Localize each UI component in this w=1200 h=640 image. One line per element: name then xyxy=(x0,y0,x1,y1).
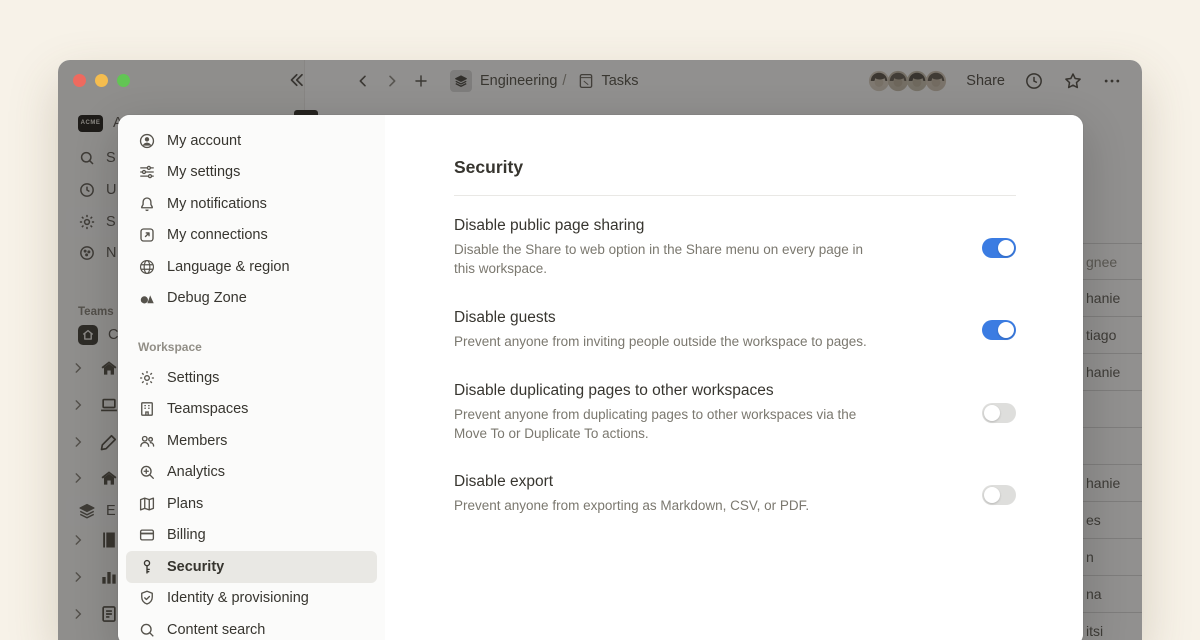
settings-nav-language-region[interactable]: Language & region xyxy=(126,251,377,283)
setting-title: Disable public page sharing xyxy=(454,217,942,235)
key-icon xyxy=(138,558,156,576)
bell-icon xyxy=(138,195,156,213)
settings-nav-analytics[interactable]: Analytics xyxy=(126,457,377,489)
person-circle-icon xyxy=(138,132,156,150)
settings-nav-security[interactable]: Security xyxy=(126,551,377,583)
setting-text: Disable public page sharing Disable the … xyxy=(454,217,942,279)
toggle-disable-public-page-sharing[interactable] xyxy=(982,238,1016,258)
toggle-disable-export[interactable] xyxy=(982,485,1016,505)
toggle-knob xyxy=(998,240,1014,256)
setting-title: Disable duplicating pages to other works… xyxy=(454,382,942,400)
zoom-window-button[interactable] xyxy=(117,74,130,87)
arrow-up-right-square-icon xyxy=(138,226,156,244)
setting-disable-export: Disable export Prevent anyone from expor… xyxy=(454,473,1016,516)
setting-disable-public-page-sharing: Disable public page sharing Disable the … xyxy=(454,217,1016,279)
settings-nav-settings[interactable]: Settings xyxy=(126,362,377,394)
settings-nav-debug-zone[interactable]: Debug Zone xyxy=(126,283,377,315)
settings-nav-label: Debug Zone xyxy=(167,290,247,306)
minimize-window-button[interactable] xyxy=(95,74,108,87)
settings-nav-my-connections[interactable]: My connections xyxy=(126,220,377,252)
settings-nav-plans[interactable]: Plans xyxy=(126,488,377,520)
settings-nav-billing[interactable]: Billing xyxy=(126,520,377,552)
settings-nav-label: Settings xyxy=(167,370,219,386)
globe-icon xyxy=(138,258,156,276)
setting-text: Disable guests Prevent anyone from invit… xyxy=(454,309,942,352)
settings-modal: My account My settings My notifications … xyxy=(118,115,1083,640)
setting-description: Disable the Share to web option in the S… xyxy=(454,241,886,279)
toggle-knob xyxy=(984,405,1000,421)
settings-nav-content-search[interactable]: Content search xyxy=(126,614,377,640)
settings-nav-label: My settings xyxy=(167,164,240,180)
settings-nav-label: Analytics xyxy=(167,464,225,480)
settings-content: Security Disable public page sharing Dis… xyxy=(385,115,1083,640)
debug-zone-icon xyxy=(138,289,156,307)
window-controls xyxy=(73,74,130,87)
setting-description: Prevent anyone from inviting people outs… xyxy=(454,333,886,352)
settings-nav-label: My connections xyxy=(167,227,268,243)
settings-nav-my-notifications[interactable]: My notifications xyxy=(126,188,377,220)
page-title: Security xyxy=(454,157,1016,178)
setting-disable-duplicating-pages: Disable duplicating pages to other works… xyxy=(454,382,1016,444)
sliders-icon xyxy=(138,163,156,181)
settings-nav-label: My account xyxy=(167,133,241,149)
members-icon xyxy=(138,432,156,450)
settings-sidebar: My account My settings My notifications … xyxy=(118,115,385,640)
toggle-disable-duplicating-pages[interactable] xyxy=(982,403,1016,423)
toggle-disable-guests[interactable] xyxy=(982,320,1016,340)
settings-nav-label: Members xyxy=(167,433,227,449)
setting-description: Prevent anyone from exporting as Markdow… xyxy=(454,497,886,516)
shield-check-icon xyxy=(138,589,156,607)
settings-nav-label: Teamspaces xyxy=(167,401,248,417)
divider xyxy=(454,195,1016,196)
settings-nav-label: My notifications xyxy=(167,196,267,212)
settings-nav-label: Plans xyxy=(167,496,203,512)
setting-description: Prevent anyone from duplicating pages to… xyxy=(454,406,886,444)
setting-disable-guests: Disable guests Prevent anyone from invit… xyxy=(454,309,1016,352)
settings-nav-label: Language & region xyxy=(167,259,290,275)
toggle-knob xyxy=(984,487,1000,503)
settings-nav-label: Security xyxy=(167,559,224,575)
toggle-knob xyxy=(998,322,1014,338)
app-window: ACME A S U S N Teams xyxy=(58,60,1142,640)
settings-nav-label: Billing xyxy=(167,527,206,543)
setting-text: Disable duplicating pages to other works… xyxy=(454,382,942,444)
zoom-plus-icon xyxy=(138,463,156,481)
building-icon xyxy=(138,400,156,418)
close-window-button[interactable] xyxy=(73,74,86,87)
credit-card-icon xyxy=(138,526,156,544)
map-icon xyxy=(138,495,156,513)
settings-nav-label: Identity & provisioning xyxy=(167,590,309,606)
settings-nav-members[interactable]: Members xyxy=(126,425,377,457)
settings-nav-my-settings[interactable]: My settings xyxy=(126,157,377,189)
settings-nav-identity-provisioning[interactable]: Identity & provisioning xyxy=(126,583,377,615)
settings-nav-teamspaces[interactable]: Teamspaces xyxy=(126,394,377,426)
settings-section-workspace: Workspace xyxy=(138,340,365,358)
settings-nav-my-account[interactable]: My account xyxy=(126,125,377,157)
setting-title: Disable export xyxy=(454,473,942,491)
gear-icon xyxy=(138,369,156,387)
setting-text: Disable export Prevent anyone from expor… xyxy=(454,473,942,516)
setting-title: Disable guests xyxy=(454,309,942,327)
